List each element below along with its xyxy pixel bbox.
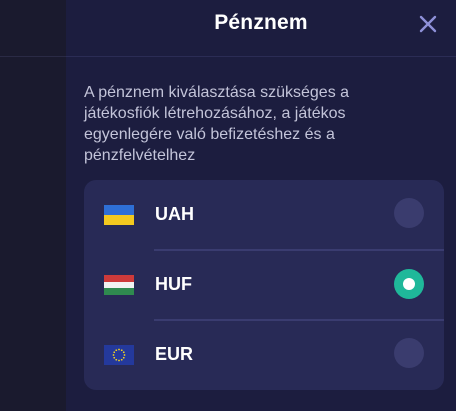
close-button[interactable] — [416, 12, 440, 36]
radio-selected-dot — [403, 278, 415, 290]
close-icon — [419, 15, 437, 33]
currency-modal: Pénznem A pénznem kiválasztása szükséges… — [66, 0, 456, 411]
modal-description: A pénznem kiválasztása szükséges a játék… — [84, 84, 350, 164]
currency-code: HUF — [155, 274, 192, 294]
hungary-flag-icon — [104, 275, 134, 295]
modal-title: Pénznem — [214, 11, 308, 34]
currency-code: UAH — [155, 204, 194, 224]
currency-radio-eur[interactable] — [394, 338, 424, 368]
page-backdrop — [0, 0, 66, 411]
currency-radio-uah[interactable] — [394, 198, 424, 228]
ukraine-flag-icon — [104, 205, 134, 225]
currency-list: UAH HUF EUR — [84, 180, 444, 390]
backdrop-divider — [0, 56, 66, 57]
currency-code: EUR — [155, 344, 194, 364]
currency-option-uah[interactable]: UAH — [84, 180, 444, 250]
eu-flag-icon — [104, 345, 134, 365]
currency-radio-huf[interactable] — [394, 269, 424, 299]
modal-header: Pénznem — [66, 0, 456, 50]
currency-option-huf[interactable]: HUF — [84, 250, 444, 320]
header-divider — [66, 56, 456, 57]
currency-option-eur[interactable]: EUR — [84, 320, 444, 390]
